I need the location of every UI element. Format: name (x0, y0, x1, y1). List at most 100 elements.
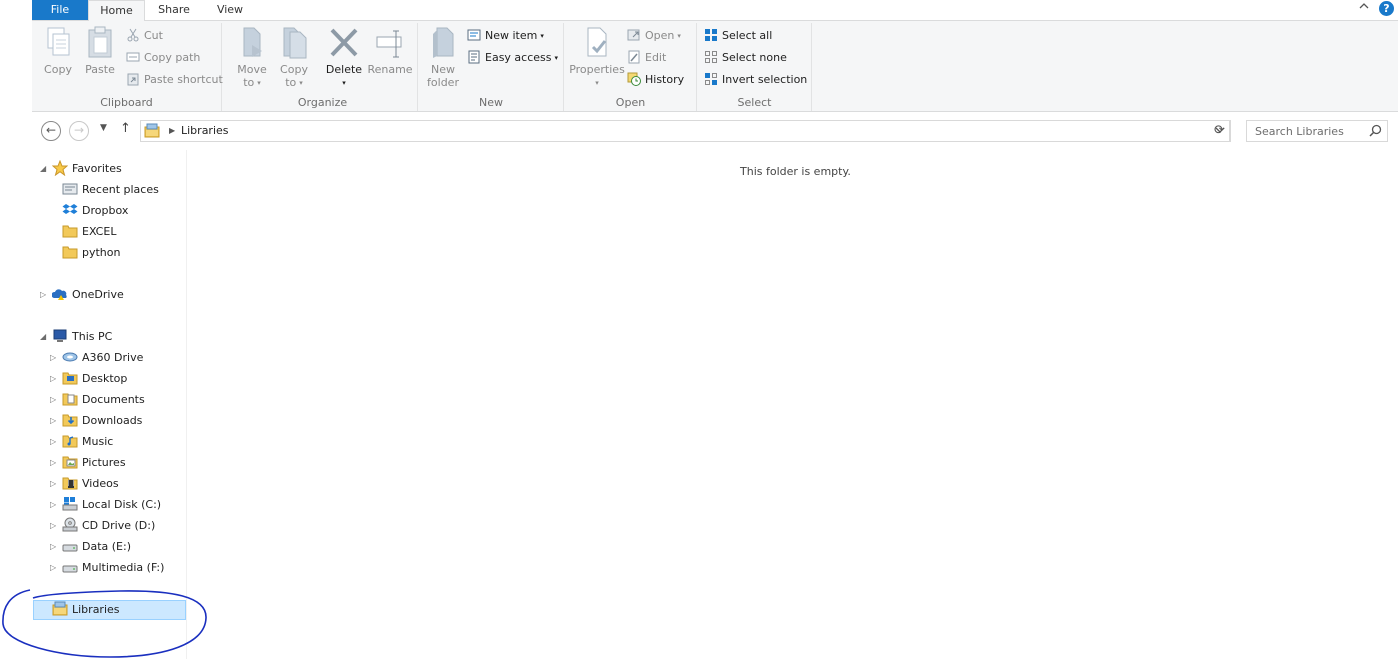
drive-icon (62, 544, 78, 552)
easy-access-label: Easy access (485, 51, 552, 64)
pictures-icon (62, 456, 78, 469)
nav-documents[interactable]: ▷ Documents (50, 390, 145, 410)
cd-drive-icon (62, 517, 78, 532)
properties-button[interactable]: Properties ▾ (567, 25, 627, 90)
breadcrumb-separator-icon: ▶ (169, 126, 176, 135)
properties-icon (587, 27, 607, 57)
address-bar[interactable]: ▶ Libraries (140, 120, 1230, 142)
properties-label: Properties (569, 63, 625, 76)
nav-pictures[interactable]: ▷ Pictures (50, 453, 126, 473)
back-button[interactable]: ← (41, 121, 61, 141)
nav-recent-places[interactable]: Recent places (62, 180, 159, 200)
new-item-button[interactable]: New item ▾ (467, 27, 544, 45)
nav-libraries[interactable]: Libraries (33, 600, 186, 620)
nav-cd-drive-d[interactable]: ▷ CD Drive (D:) (50, 516, 156, 536)
nav-local-disk-label: Local Disk (C:) (82, 498, 162, 511)
move-to-button[interactable]: Move to ▾ (232, 25, 272, 90)
expand-arrow-icon[interactable]: ▷ (50, 369, 56, 389)
cut-button[interactable]: Cut (126, 27, 163, 45)
nav-excel-label: EXCEL (82, 225, 117, 238)
nav-libraries-label: Libraries (72, 603, 120, 616)
collapse-arrow-icon[interactable]: ◢ (40, 327, 46, 347)
open-group: Properties ▾ Open ▾ Edit History Open (565, 23, 697, 111)
nav-music[interactable]: ▷ Music (50, 432, 113, 452)
expand-arrow-icon[interactable]: ▷ (40, 285, 46, 305)
expand-arrow-icon[interactable]: ▷ (50, 558, 56, 578)
expand-arrow-icon[interactable]: ▷ (50, 495, 56, 515)
folder-icon (62, 225, 78, 238)
nav-documents-label: Documents (82, 393, 145, 406)
nav-a360-label: A360 Drive (82, 351, 144, 364)
tab-view[interactable]: View (208, 0, 252, 21)
history-icon (627, 72, 641, 86)
up-arrow-icon[interactable]: ↑ (120, 121, 131, 136)
expand-arrow-icon[interactable]: ▷ (50, 390, 56, 410)
invert-selection-button[interactable]: Invert selection (704, 71, 807, 89)
nav-python[interactable]: python (62, 243, 120, 263)
copy-path-button[interactable]: Copy path (126, 49, 200, 67)
tab-share[interactable]: Share (150, 0, 198, 21)
paste-shortcut-icon (127, 73, 139, 86)
dropbox-icon (62, 204, 78, 214)
edit-button[interactable]: Edit (627, 49, 666, 67)
nav-cd-drive-label: CD Drive (D:) (82, 519, 156, 532)
nav-this-pc-label: This PC (72, 330, 113, 343)
delete-button[interactable]: Delete ▾ (322, 25, 366, 90)
open-label: Open (645, 29, 675, 42)
breadcrumb-libraries[interactable]: Libraries (181, 124, 229, 137)
expand-arrow-icon[interactable]: ▷ (50, 453, 56, 473)
ribbon-tab-bar: File Home Share View ? (32, 0, 1398, 21)
forward-button[interactable]: → (69, 121, 89, 141)
history-button[interactable]: History (627, 71, 684, 89)
help-icon[interactable]: ? (1379, 1, 1394, 16)
expand-arrow-icon[interactable]: ▷ (50, 411, 56, 431)
drive-icon (62, 565, 78, 573)
paste-shortcut-button[interactable]: Paste shortcut (126, 71, 223, 89)
nav-multimedia-f[interactable]: ▷ Multimedia (F:) (50, 558, 164, 578)
chevron-up-icon[interactable] (1359, 1, 1369, 14)
refresh-button[interactable]: ⟳ (1209, 120, 1231, 142)
select-none-button[interactable]: Select none (704, 49, 787, 67)
nav-favorites[interactable]: ◢ Favorites (40, 159, 122, 179)
rename-label: Rename (367, 63, 413, 76)
nav-onedrive[interactable]: ▷ OneDrive (40, 285, 124, 305)
select-group: Select all Select none Invert selection … (698, 23, 812, 111)
nav-data-e[interactable]: ▷ Data (E:) (50, 537, 131, 557)
tab-home[interactable]: Home (88, 0, 145, 21)
paste-button[interactable]: Paste (80, 25, 120, 76)
nav-this-pc[interactable]: ◢ This PC (40, 327, 113, 347)
invert-selection-icon (705, 73, 717, 85)
expand-arrow-icon[interactable]: ▷ (50, 432, 56, 452)
expand-arrow-icon[interactable]: ▷ (50, 348, 56, 368)
tab-file[interactable]: File (32, 0, 88, 21)
nav-excel[interactable]: EXCEL (62, 222, 116, 242)
collapse-arrow-icon[interactable]: ◢ (40, 159, 46, 179)
open-button[interactable]: Open ▾ (627, 27, 681, 45)
nav-local-disk-c[interactable]: ▷ Local Disk (C:) (50, 495, 162, 515)
easy-access-button[interactable]: Easy access ▾ (467, 49, 558, 67)
nav-dropbox[interactable]: Dropbox (62, 201, 128, 221)
rename-button[interactable]: Rename (366, 25, 414, 76)
search-icon[interactable] (1369, 124, 1382, 137)
nav-downloads[interactable]: ▷ Downloads (50, 411, 142, 431)
copy-to-label-2: to (285, 76, 297, 89)
copy-button[interactable]: Copy (38, 25, 78, 76)
nav-onedrive-label: OneDrive (72, 288, 124, 301)
search-input[interactable] (1247, 121, 1365, 141)
copy-label: Copy (44, 63, 72, 76)
new-folder-icon (433, 27, 454, 58)
arrow-left-icon: ← (45, 123, 57, 137)
expand-arrow-icon[interactable]: ▷ (50, 474, 56, 494)
expand-arrow-icon[interactable]: ▷ (50, 516, 56, 536)
expand-arrow-icon[interactable]: ▷ (50, 537, 56, 557)
onedrive-icon (52, 289, 67, 300)
nav-desktop-label: Desktop (82, 372, 128, 385)
search-box[interactable] (1246, 120, 1388, 142)
recent-locations-dropdown-icon[interactable]: ▼ (100, 123, 107, 133)
nav-desktop[interactable]: ▷ Desktop (50, 369, 128, 389)
nav-a360-drive[interactable]: ▷ A360 Drive (50, 348, 144, 368)
nav-videos[interactable]: ▷ Videos (50, 474, 119, 494)
copy-to-button[interactable]: Copy to ▾ (274, 25, 314, 90)
new-folder-button[interactable]: New folder (423, 25, 463, 89)
select-all-button[interactable]: Select all (704, 27, 772, 45)
